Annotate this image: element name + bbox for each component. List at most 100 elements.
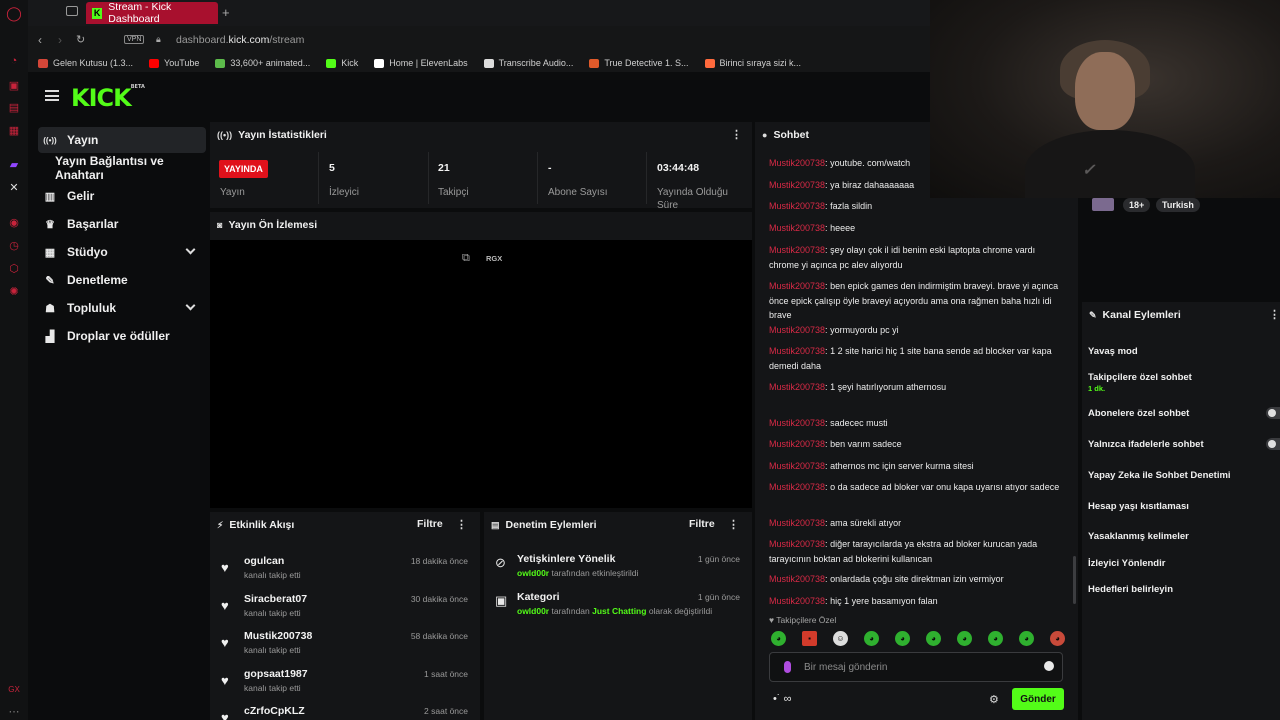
bookmark-item[interactable]: True Detective 1. S...	[589, 58, 689, 68]
tag-badge[interactable]: 18+	[1123, 198, 1151, 212]
stats-menu-icon[interactable]: ⋮	[731, 128, 742, 141]
activity-username[interactable]: Mustik200738	[244, 630, 312, 642]
x-icon[interactable]: ✕	[7, 180, 21, 194]
chat-username[interactable]: Mustik200738	[769, 539, 825, 549]
settings-icon[interactable]: ✺	[7, 284, 21, 298]
chat-message-input[interactable]	[804, 659, 1034, 675]
tag-badge[interactable]: Turkish	[1156, 198, 1200, 212]
chat-username[interactable]: Mustik200738	[769, 281, 825, 291]
chat-username[interactable]: Mustik200738	[769, 439, 825, 449]
emote-icon[interactable]: ◕	[771, 631, 786, 646]
extensions-icon[interactable]: ⬡	[7, 261, 21, 275]
kick-logo[interactable]: KICKBETA	[71, 84, 145, 112]
chat-username[interactable]: Mustik200738	[769, 201, 825, 211]
chat-username[interactable]: Mustik200738	[769, 180, 825, 190]
emote-icon[interactable]: ◕	[864, 631, 879, 646]
menu-icon[interactable]	[45, 90, 59, 101]
chat-title: Sohbet	[773, 129, 810, 141]
activity-username[interactable]: ogulcan	[244, 555, 284, 567]
bookmark-item[interactable]: Transcribe Audio...	[483, 58, 573, 68]
popout-icon[interactable]: ⧉	[462, 252, 470, 265]
chat-scrollbar[interactable]	[1073, 556, 1076, 604]
sidebar-item[interactable]: ▦ Stüdyo	[38, 239, 206, 265]
url-field[interactable]: dashboard.kick.com/stream	[176, 34, 304, 46]
twitch-icon[interactable]: ▰	[7, 157, 21, 171]
moderation-user[interactable]: owld00r	[517, 606, 549, 616]
chat-username[interactable]: Mustik200738	[769, 382, 825, 392]
mic-icon[interactable]	[784, 661, 791, 673]
sidebar-item[interactable]: ▥ Gelir	[38, 183, 206, 209]
toggle-switch[interactable]	[1266, 407, 1280, 419]
chat-text: heeee	[830, 223, 856, 233]
sidebar-item[interactable]: ☗ Topluluk	[38, 295, 206, 321]
messenger-icon[interactable]: ▤	[7, 100, 21, 114]
sidebar-item[interactable]: ((•)) Yayın	[38, 127, 206, 153]
gmail-icon[interactable]: ▦	[7, 123, 21, 137]
emote-icon[interactable]: ◕	[926, 631, 941, 646]
stream-preview[interactable]: ⧉ RGX	[210, 240, 752, 508]
screen: ◯ ◔ ▣ ▤ ▦ ▰ ✕ ◉ ◷ ⬡ ✺ GX ⋯ K Stream - Ki…	[0, 0, 1280, 720]
chat-username[interactable]: Mustik200738	[769, 482, 825, 492]
chevron-down-icon[interactable]	[185, 300, 196, 311]
infinity-icon[interactable]: •˙ ∞	[773, 693, 791, 705]
actions-menu-icon[interactable]: ⋮	[1269, 308, 1280, 321]
chat-username[interactable]: Mustik200738	[769, 596, 825, 606]
bookmark-item[interactable]: Kick	[326, 58, 358, 68]
moderation-category[interactable]: Just Chatting	[592, 606, 646, 616]
emote-icon[interactable]: ◕	[1019, 631, 1034, 646]
activity-username[interactable]: Siracberat07	[244, 593, 307, 605]
chat-username[interactable]: Mustik200738	[769, 223, 825, 233]
emote-icon[interactable]: ◕	[988, 631, 1003, 646]
toggle-switch[interactable]	[1266, 438, 1280, 450]
sidebar-item[interactable]: Yayın Bağlantısı ve Anahtarı	[38, 154, 206, 182]
bookmark-item[interactable]: Gelen Kutusu (1.3...	[38, 58, 133, 68]
sidebar-item[interactable]: ♛ Başarılar	[38, 211, 206, 237]
sidebar-item[interactable]: ✎ Denetleme	[38, 267, 206, 293]
bookmarks-icon[interactable]: ▣	[7, 78, 21, 92]
emote-icon[interactable]: ◕	[895, 631, 910, 646]
history-icon[interactable]: ◷	[7, 238, 21, 252]
chat-username[interactable]: Mustik200738	[769, 461, 825, 471]
chevron-down-icon[interactable]	[185, 244, 196, 255]
reload-icon[interactable]: ↻	[76, 33, 85, 46]
more-icon[interactable]: ⋯	[7, 704, 21, 718]
emote-icon[interactable]: ▪	[802, 631, 817, 646]
back-icon[interactable]: ‹	[38, 33, 42, 47]
bookmark-item[interactable]: YouTube	[149, 58, 199, 68]
emote-icon[interactable]: ◕	[957, 631, 972, 646]
moderation-user[interactable]: owld00r	[517, 568, 549, 578]
forward-icon[interactable]: ›	[58, 33, 62, 47]
moderation-menu-icon[interactable]: ⋮	[728, 518, 739, 531]
emoji-icon[interactable]	[1044, 661, 1054, 671]
sidebar-item[interactable]: ▟ Droplar ve ödüller	[38, 323, 206, 349]
bookmark-item[interactable]: 33,600+ animated...	[215, 58, 310, 68]
chat-username[interactable]: Mustik200738	[769, 245, 825, 255]
chat-text: ama sürekli atıyor	[830, 518, 902, 528]
vpn-badge[interactable]: VPN	[124, 35, 145, 44]
chat-username[interactable]: Mustik200738	[769, 574, 825, 584]
tab-island-icon[interactable]	[66, 6, 78, 16]
chat-username[interactable]: Mustik200738	[769, 325, 825, 335]
new-tab-button[interactable]: +	[222, 5, 230, 20]
chat-username[interactable]: Mustik200738	[769, 518, 825, 528]
activity-username[interactable]: gopsaat1987	[244, 668, 308, 680]
lock-icon[interactable]: 🔒︎	[156, 34, 161, 45]
moderation-filter-button[interactable]: Filtre	[689, 518, 715, 530]
opera-logo-icon[interactable]: ◯	[6, 5, 22, 21]
speed-dial-icon[interactable]: ◔	[7, 54, 21, 68]
chat-username[interactable]: Mustik200738	[769, 346, 825, 356]
chat-username[interactable]: Mustik200738	[769, 158, 825, 168]
activity-filter-button[interactable]: Filtre	[417, 518, 443, 530]
activity-menu-icon[interactable]: ⋮	[456, 518, 467, 531]
player-icon[interactable]: ◉	[7, 215, 21, 229]
moderation-item-detail: owld00r tarafından etkinleştirildi	[517, 568, 638, 578]
emote-icon[interactable]: ◕	[1050, 631, 1065, 646]
activity-username[interactable]: cZrfoCpKLZ	[244, 705, 305, 717]
bookmark-item[interactable]: Home | ElevenLabs	[374, 58, 468, 68]
chat-settings-icon[interactable]: ⚙︎	[989, 693, 999, 706]
browser-tab-active[interactable]: K Stream - Kick Dashboard	[86, 1, 218, 25]
chat-username[interactable]: Mustik200738	[769, 418, 825, 428]
send-button[interactable]: Gönder	[1012, 688, 1064, 710]
emote-icon[interactable]: ☺	[833, 631, 848, 646]
bookmark-item[interactable]: Birinci sıraya sizi k...	[704, 58, 801, 68]
